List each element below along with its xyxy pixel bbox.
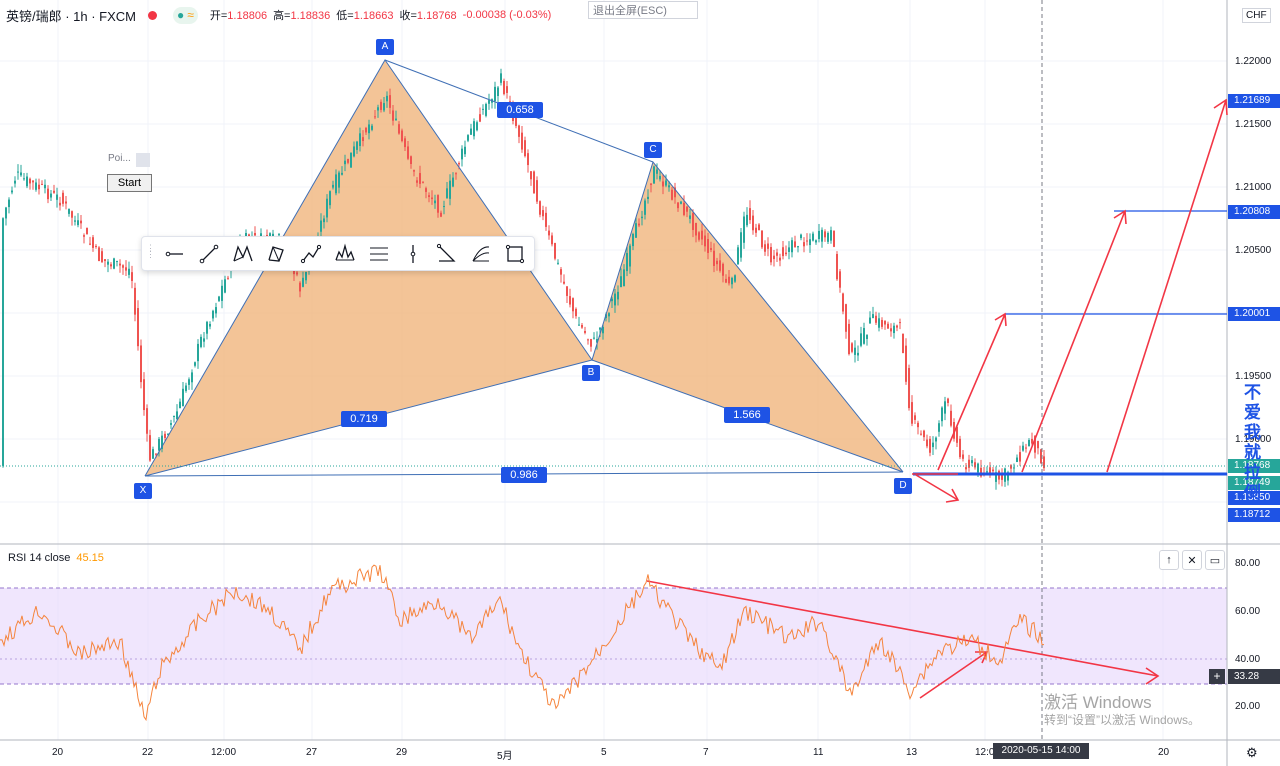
settings-gear-icon[interactable]: ⚙ (1246, 745, 1258, 761)
rsi-header[interactable]: RSI 14 close 45.15 (8, 552, 104, 564)
price-axis-label: 1.21500 (1235, 119, 1272, 130)
ohlc-close: 收=1.18768 (399, 10, 457, 22)
time-axis-label: 27 (306, 747, 318, 758)
rsi-axis-label: 20.00 (1235, 701, 1261, 712)
crosshair-time-tag: 2020-05-15 14:00 (993, 743, 1089, 759)
indicator-pill[interactable]: ● ≈ (173, 6, 198, 24)
xabcd-pattern-icon[interactable] (226, 239, 260, 269)
point-label-b[interactable]: B (582, 365, 600, 381)
drawing-toolbar[interactable]: ⋮ ⋮ (141, 236, 535, 271)
point-tool-box[interactable] (136, 153, 150, 167)
vertical-annotation[interactable]: 不爱我就拉倒 (1244, 383, 1261, 503)
toolbar-grip-icon[interactable]: ⋮ ⋮ (146, 243, 155, 263)
move-pane-up-icon[interactable]: ↑ (1159, 550, 1179, 570)
rsi-value: 45.15 (76, 552, 104, 564)
ratio-label-ac[interactable]: 0.658 (497, 102, 543, 118)
rsi-axis-label: 60.00 (1235, 606, 1261, 617)
trend-line-icon[interactable] (192, 239, 226, 269)
time-axis-label: 5月 (497, 751, 513, 762)
ratio-label-bd[interactable]: 1.566 (724, 407, 770, 423)
price-axis-label: 1.21000 (1235, 182, 1272, 193)
abcd-pattern-icon[interactable] (294, 239, 328, 269)
price-axis-label: 1.22000 (1235, 56, 1272, 67)
vertical-line-icon[interactable] (396, 239, 430, 269)
head-shoulders-icon[interactable] (328, 239, 362, 269)
symbol-title[interactable]: 英镑/瑞郎 · 1h · FXCM (6, 6, 136, 25)
time-axis-label: 20 (1158, 747, 1170, 758)
pane-controls: ↑ ✕ ▭ (1159, 550, 1228, 570)
time-axis-label: 29 (396, 747, 408, 758)
rsi-axis-label: 80.00 (1235, 558, 1261, 569)
time-axis-label: 12:00 (211, 747, 237, 758)
price-axis-label: 1.20500 (1235, 245, 1272, 256)
price-tag: 1.21689 (1228, 94, 1280, 108)
price-tag: 1.20001 (1228, 307, 1280, 321)
wave-icon: ≈ (187, 8, 194, 22)
dot-icon: ● (177, 8, 185, 22)
cypher-pattern-icon[interactable] (260, 239, 294, 269)
point-label-x[interactable]: X (134, 483, 152, 499)
symbol-header: 英镑/瑞郎 · 1h · FXCM ● ≈ 开=1.18806 高=1.18836… (6, 4, 557, 26)
chart-canvas[interactable] (0, 0, 1280, 766)
time-axis-label: 11 (813, 747, 824, 758)
rsi-label: RSI 14 close (8, 552, 71, 564)
point-tool-widget[interactable]: Poi... (108, 153, 150, 167)
rectangle-icon[interactable] (498, 239, 532, 269)
windows-watermark-title: 激活 Windows (1044, 693, 1152, 712)
time-axis-label: 13 (906, 747, 918, 758)
time-axis-label: 7 (703, 747, 709, 758)
maximize-pane-icon[interactable]: ▭ (1205, 550, 1225, 570)
close-pane-icon[interactable]: ✕ (1182, 550, 1202, 570)
fib-fan-icon[interactable] (464, 239, 498, 269)
ohlc-low: 低=1.18663 (336, 10, 394, 22)
ohlc-change: -0.00038 (-0.03%) (462, 9, 552, 21)
fib-retracement-icon[interactable] (362, 239, 396, 269)
windows-watermark-subtitle: 转到“设置”以激活 Windows。 (1044, 713, 1201, 727)
chart-stage[interactable]: A B C X D 0.658 0.719 1.566 0.986 英镑/瑞郎 … (0, 0, 1280, 766)
point-label-a[interactable]: A (376, 39, 394, 55)
ratio-label-xb[interactable]: 0.719 (341, 411, 387, 427)
ohlc-high: 高=1.18836 (273, 10, 331, 22)
ohlc-open: 开=1.18806 (209, 10, 268, 22)
rsi-axis-label: 40.00 (1235, 654, 1261, 665)
price-tag: 1.18712 (1228, 508, 1280, 522)
point-label-d[interactable]: D (894, 478, 912, 494)
triangle-pattern-icon[interactable] (430, 239, 464, 269)
point-tool-label: Poi... (108, 153, 131, 164)
crosshair-plus-icon[interactable]: + (1209, 669, 1225, 684)
time-axis-label: 22 (142, 747, 154, 758)
ratio-label-xd[interactable]: 0.986 (501, 467, 547, 483)
rsi-crosshair-value: 33.28 (1228, 669, 1280, 684)
price-tag: 1.20808 (1228, 205, 1280, 219)
currency-label[interactable]: CHF (1242, 8, 1271, 23)
line-tool-icon[interactable] (158, 239, 192, 269)
point-label-c[interactable]: C (644, 142, 662, 158)
time-axis-label: 20 (52, 747, 64, 758)
price-axis-label: 1.19500 (1235, 371, 1272, 382)
start-button[interactable]: Start (107, 174, 152, 192)
time-axis-label: 5 (601, 747, 607, 758)
exit-fullscreen-button[interactable]: 退出全屏(ESC) (588, 1, 698, 19)
market-status-dot (148, 10, 158, 20)
